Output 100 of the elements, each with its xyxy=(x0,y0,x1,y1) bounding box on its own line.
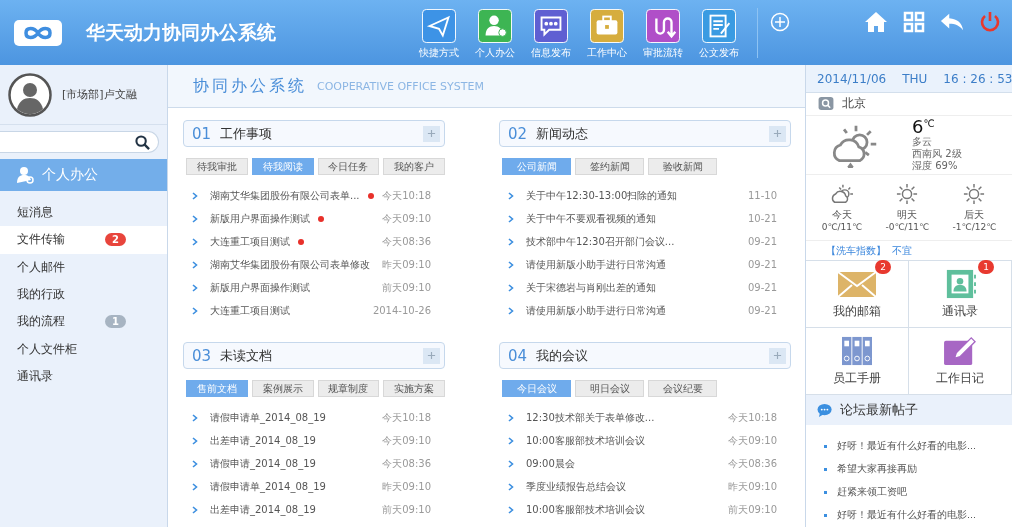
add-button[interactable] xyxy=(769,125,786,142)
chevron-icon xyxy=(508,459,514,468)
forecast-range: -0℃/11℃ xyxy=(885,222,930,232)
bullet-icon xyxy=(824,445,827,448)
item-link[interactable]: 关于中午12:30-13:00扫除的通知 xyxy=(526,188,678,203)
item-label: 文件传输 xyxy=(17,231,66,249)
chevron-icon xyxy=(508,214,514,223)
section-title: 个人办公 xyxy=(42,166,98,184)
send-icon xyxy=(422,8,456,43)
tab[interactable]: 待我审批 xyxy=(186,158,248,175)
home-icon[interactable] xyxy=(864,10,888,33)
tab[interactable]: 验收新闻 xyxy=(648,158,717,175)
item-date: 今天10:18 xyxy=(382,410,432,425)
item-link[interactable]: 大连重工项目测试 xyxy=(210,303,290,318)
system-title: 协同办公系统 xyxy=(193,75,307,97)
item-link[interactable]: 请假申请_2014_08_19 xyxy=(210,456,316,471)
item-date: 今天09:10 xyxy=(382,433,432,448)
sidebar-item[interactable]: 我的行政 xyxy=(0,280,167,309)
item-link[interactable]: 出差申请_2014_08_19 xyxy=(210,433,316,448)
plus-icon xyxy=(773,129,782,138)
bullet-icon xyxy=(824,514,827,517)
item-date: 今天08:36 xyxy=(382,234,432,249)
sidebar-item[interactable]: 我的流程 1 xyxy=(0,308,167,336)
item-date: 昨天09:10 xyxy=(728,479,778,494)
panel-number: 04 xyxy=(508,346,528,365)
item-date: 前天09:10 xyxy=(728,502,778,517)
item-link[interactable]: 请假申请单_2014_08_19 xyxy=(210,479,326,494)
sidebar-item[interactable]: 通讯录 xyxy=(0,362,167,391)
item-label: 短消息 xyxy=(17,204,54,222)
item-link[interactable]: 10:00客服部技术培训会议 xyxy=(526,502,645,517)
item-label: 个人文件柜 xyxy=(17,340,78,358)
chevron-icon xyxy=(192,482,198,491)
item-link[interactable]: 关于中午不要观看视频的通知 xyxy=(526,211,656,226)
shortcut-tile[interactable]: 2 我的邮箱 xyxy=(806,261,909,329)
power-icon[interactable] xyxy=(978,10,1002,33)
temperature-unit: ℃ xyxy=(923,117,935,129)
plus-icon xyxy=(773,351,782,360)
tab[interactable]: 签约新闻 xyxy=(575,158,644,175)
chat-icon xyxy=(534,8,568,43)
search-field[interactable] xyxy=(0,131,159,153)
city-name: 北京 xyxy=(842,95,866,113)
item-link[interactable]: 12:30技术部关于表单修改... xyxy=(526,410,655,425)
shortcut-tile[interactable]: 工作日记 xyxy=(909,328,1012,396)
temperature: 6 xyxy=(912,117,924,136)
item-link[interactable]: 技术部中午12:30召开部门会议... xyxy=(526,234,675,249)
item-link[interactable]: 湖南艾华集团股份有限公司表单修改 xyxy=(210,257,370,272)
app-title: 华天动力协同办公系统 xyxy=(86,19,277,45)
item-link[interactable]: 请假申请单_2014_08_19 xyxy=(210,410,326,425)
item-link[interactable]: 湖南艾华集团股份有限公司表单... xyxy=(210,188,360,203)
sidebar-item[interactable]: 短消息 xyxy=(0,199,167,227)
item-link[interactable]: 请使用新版小助手进行日常沟通 xyxy=(526,257,666,272)
add-button[interactable] xyxy=(423,125,440,142)
panel-title: 我的会议 xyxy=(536,346,590,365)
forum-title: 论坛最新帖子 xyxy=(840,401,918,419)
add-button[interactable] xyxy=(423,347,440,364)
carwash-value: 不宜 xyxy=(892,243,912,258)
bullet-icon xyxy=(824,491,827,494)
sidebar-item[interactable]: 文件传输 2 xyxy=(0,226,167,254)
panel-title: 工作事项 xyxy=(220,124,274,143)
item-link[interactable]: 出差申请_2014_08_19 xyxy=(210,502,316,517)
item-link[interactable]: 09:00晨会 xyxy=(526,456,575,471)
shortcut-tile[interactable]: 员工手册 xyxy=(806,328,909,396)
tab[interactable]: 实施方案 xyxy=(383,380,445,397)
item-date: 2014-10-26 xyxy=(372,305,432,316)
bullet-icon xyxy=(824,468,827,471)
forum-post-link[interactable]: 好呀！最近有什么好看的电影... xyxy=(837,509,977,522)
person-icon xyxy=(16,166,34,184)
forum-post-link[interactable]: 赶紧来领工资吧 xyxy=(837,486,907,499)
chevron-icon xyxy=(192,214,198,223)
item-link[interactable]: 关于宋德岩与肖刚出差的通知 xyxy=(526,280,656,295)
tab[interactable]: 今日任务 xyxy=(317,158,380,175)
sidebar-item[interactable]: 个人邮件 xyxy=(0,253,167,281)
chevron-icon xyxy=(508,436,514,445)
item-link[interactable]: 请使用新版小助手进行日常沟通 xyxy=(526,303,666,318)
tab[interactable]: 会议纪要 xyxy=(648,380,717,397)
item-link[interactable]: 新版用户界面操作测试 xyxy=(210,211,310,226)
tab[interactable]: 规章制度 xyxy=(317,380,380,397)
add-icon[interactable] xyxy=(770,11,790,32)
grid-icon[interactable] xyxy=(902,10,926,33)
item-date: 今天08:36 xyxy=(728,456,778,471)
search-icon[interactable] xyxy=(135,134,150,150)
add-button[interactable] xyxy=(769,347,786,364)
item-link[interactable]: 大连重工项目测试 xyxy=(210,234,290,249)
time-text: 16 : 26 : 53 xyxy=(943,71,1012,86)
tab[interactable]: 明日会议 xyxy=(575,380,644,397)
item-label: 个人邮件 xyxy=(17,258,66,276)
forum-post-link[interactable]: 好呀！最近有什么好看的电影... xyxy=(837,440,977,453)
item-date: 09-21 xyxy=(747,236,778,247)
sidebar-item[interactable]: 个人文件柜 xyxy=(0,335,167,363)
item-link[interactable]: 季度业绩报告总结会议 xyxy=(526,479,626,494)
forum-post-link[interactable]: 希望大家再接再励 xyxy=(837,463,917,476)
item-date: 09-21 xyxy=(747,259,778,270)
item-date: 前天09:10 xyxy=(382,280,432,295)
item-link[interactable]: 10:00客服部技术培训会议 xyxy=(526,433,645,448)
tab[interactable]: 我的客户 xyxy=(383,158,445,175)
item-date: 09-21 xyxy=(747,305,778,316)
carwash-label: 【洗车指数】 xyxy=(826,243,886,258)
shortcut-tile[interactable]: 1 通讯录 xyxy=(909,261,1012,329)
item-link[interactable]: 新版用户界面操作测试 xyxy=(210,280,310,295)
tab[interactable]: 案例展示 xyxy=(251,380,314,397)
